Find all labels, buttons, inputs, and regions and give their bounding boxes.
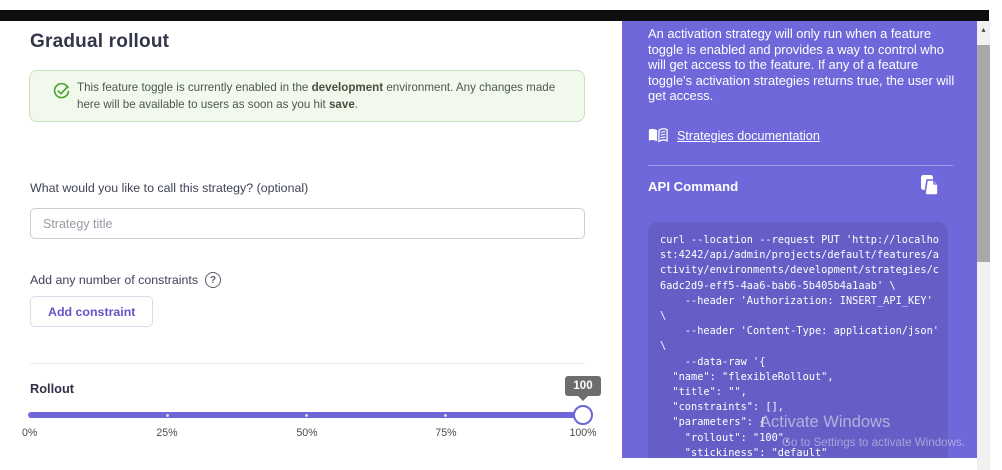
docs-link-row[interactable]: Strategies documentation bbox=[648, 128, 820, 143]
copy-icon bbox=[920, 174, 940, 196]
strategy-description: An activation strategy will only run whe… bbox=[648, 26, 956, 104]
environment-enabled-alert: This feature toggle is currently enabled… bbox=[29, 70, 585, 122]
scrollbar-thumb[interactable] bbox=[977, 45, 990, 262]
copy-api-command-button[interactable] bbox=[920, 174, 940, 196]
slider-thumb[interactable] bbox=[573, 405, 593, 425]
book-icon bbox=[648, 128, 668, 143]
rollout-value-tooltip: 100 bbox=[565, 376, 601, 396]
strategies-documentation-link[interactable]: Strategies documentation bbox=[677, 129, 820, 143]
panel-divider bbox=[648, 165, 953, 166]
alert-save-word: save bbox=[329, 98, 355, 111]
tick-label-75: 75% bbox=[435, 427, 456, 439]
activate-windows-watermark: Activate Windows bbox=[760, 413, 890, 432]
activate-windows-watermark-sub: Go to Settings to activate Windows. bbox=[782, 436, 965, 449]
slider-tick-25 bbox=[166, 414, 169, 417]
rollout-label: Rollout bbox=[30, 381, 74, 396]
add-constraint-button[interactable]: Add constraint bbox=[30, 296, 153, 327]
panel-scrollbar[interactable]: ▴ bbox=[977, 21, 990, 470]
strategy-title-label: What would you like to call this strateg… bbox=[30, 181, 308, 195]
constraints-label: Add any number of constraints bbox=[30, 273, 198, 287]
slider-tick-50 bbox=[305, 414, 308, 417]
api-command-heading: API Command bbox=[648, 179, 738, 194]
tick-label-50: 50% bbox=[296, 427, 317, 439]
constraints-label-row: Add any number of constraints ? bbox=[30, 272, 221, 288]
alert-env-word: development bbox=[312, 81, 384, 94]
check-circle-icon bbox=[53, 83, 70, 100]
tick-label-25: 25% bbox=[156, 427, 177, 439]
tick-label-100: 100% bbox=[569, 427, 596, 439]
section-divider bbox=[30, 363, 585, 364]
rollout-slider[interactable] bbox=[28, 405, 585, 427]
alert-text: This feature toggle is currently enabled… bbox=[77, 80, 569, 113]
strategy-title-input[interactable] bbox=[30, 208, 585, 239]
help-icon[interactable]: ? bbox=[205, 272, 221, 288]
slider-tick-75 bbox=[444, 414, 447, 417]
scrollbar-up-arrow-icon[interactable]: ▴ bbox=[977, 23, 990, 35]
page-title: Gradual rollout bbox=[30, 31, 169, 53]
window-top-bar bbox=[0, 10, 989, 21]
tick-label-0: 0% bbox=[22, 427, 37, 439]
strategy-help-panel: An activation strategy will only run whe… bbox=[622, 21, 977, 458]
